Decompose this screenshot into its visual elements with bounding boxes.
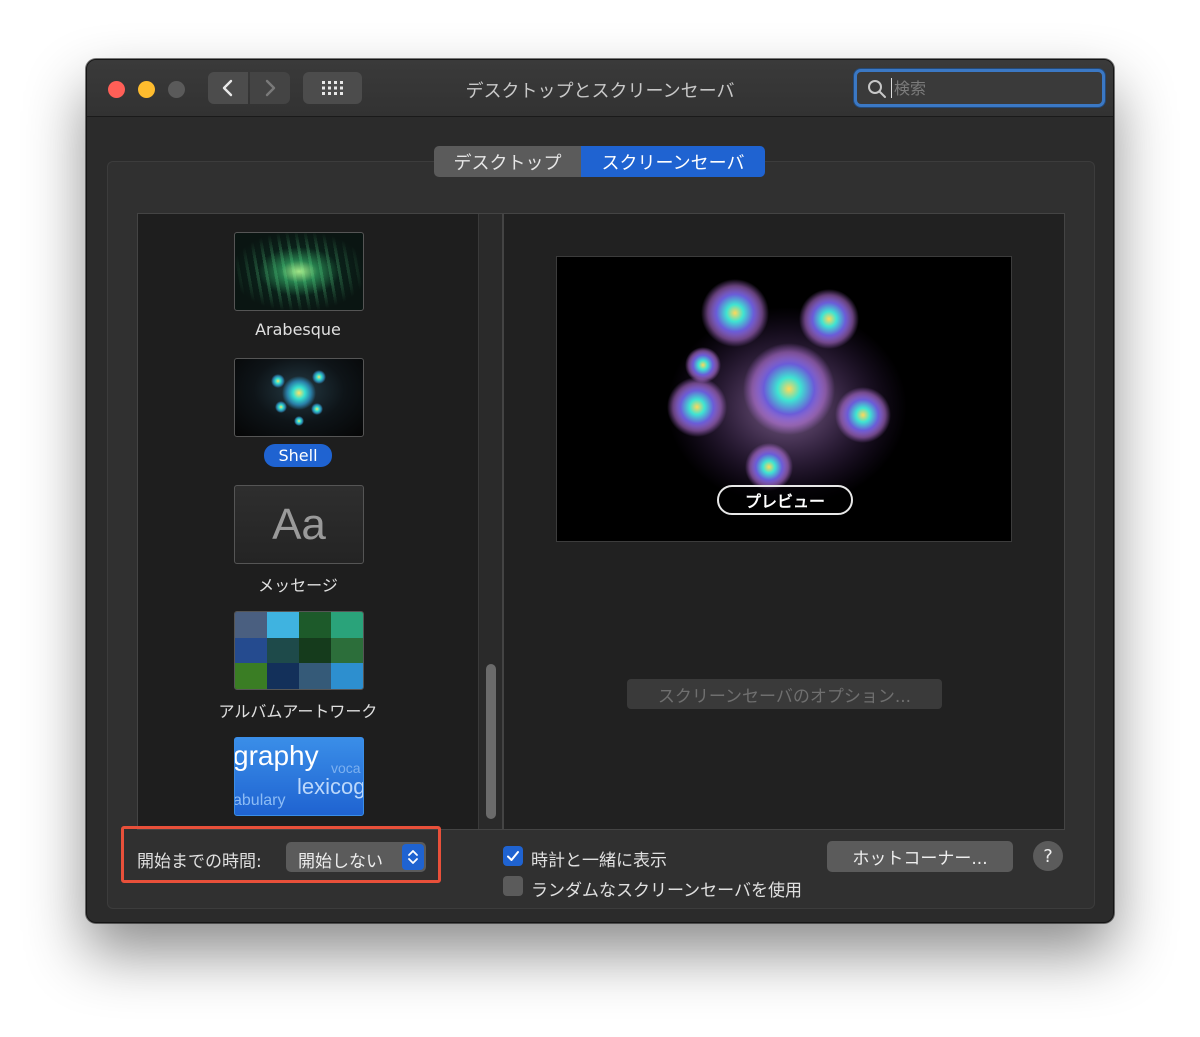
preview-screen: プレビュー [556,256,1012,542]
title-bar: デスクトップとスクリーンセーバ [87,60,1113,117]
scrollbar[interactable] [478,214,502,829]
screensaver-thumbnail: Aa [234,485,364,564]
preview-panel: プレビュー スクリーンセーバのオプション... [503,213,1065,830]
screensaver-label: Shell [138,444,458,467]
tab-screensaver[interactable]: スクリーンセーバ [581,146,765,177]
search-icon [868,80,886,98]
screensaver-options-button[interactable]: スクリーンセーバのオプション... [627,679,942,709]
screensaver-thumbnail [234,358,364,437]
preview-button[interactable]: プレビュー [717,485,853,515]
search-field[interactable] [854,69,1105,107]
screensaver-label: アルバムアートワーク [218,702,378,721]
search-input[interactable] [891,78,1091,98]
help-button[interactable]: ? [1033,841,1063,871]
show-clock-label[interactable]: 時計と一緒に表示 [531,846,667,871]
shell-fractal-image [271,370,326,426]
random-screensaver-checkbox[interactable] [503,876,523,896]
screensaver-thumbnail [234,232,364,311]
annotation-highlight-box [121,826,441,883]
preferences-window: デスクトップとスクリーンセーバ デスクトップ スクリーンセーバ Arabesqu… [86,59,1114,923]
screensaver-list[interactable]: Arabesque Shell Aa メッセージ アルバムアートワーク grap… [137,213,503,830]
tab-bar: デスクトップ スクリーンセーバ [434,146,765,177]
screensaver-label: Arabesque [255,320,341,339]
tab-desktop[interactable]: デスクトップ [434,146,581,177]
screensaver-thumbnail [234,611,364,690]
scrollbar-thumb[interactable] [486,664,496,819]
show-clock-checkbox[interactable] [503,846,523,866]
random-screensaver-label[interactable]: ランダムなスクリーンセーバを使用 [531,876,802,901]
screensaver-label: メッセージ [258,576,338,595]
screensaver-thumbnail: graphy voca lexicog abulary [234,737,364,816]
hot-corners-button[interactable]: ホットコーナー... [827,841,1013,872]
checkmark-icon [507,851,519,861]
